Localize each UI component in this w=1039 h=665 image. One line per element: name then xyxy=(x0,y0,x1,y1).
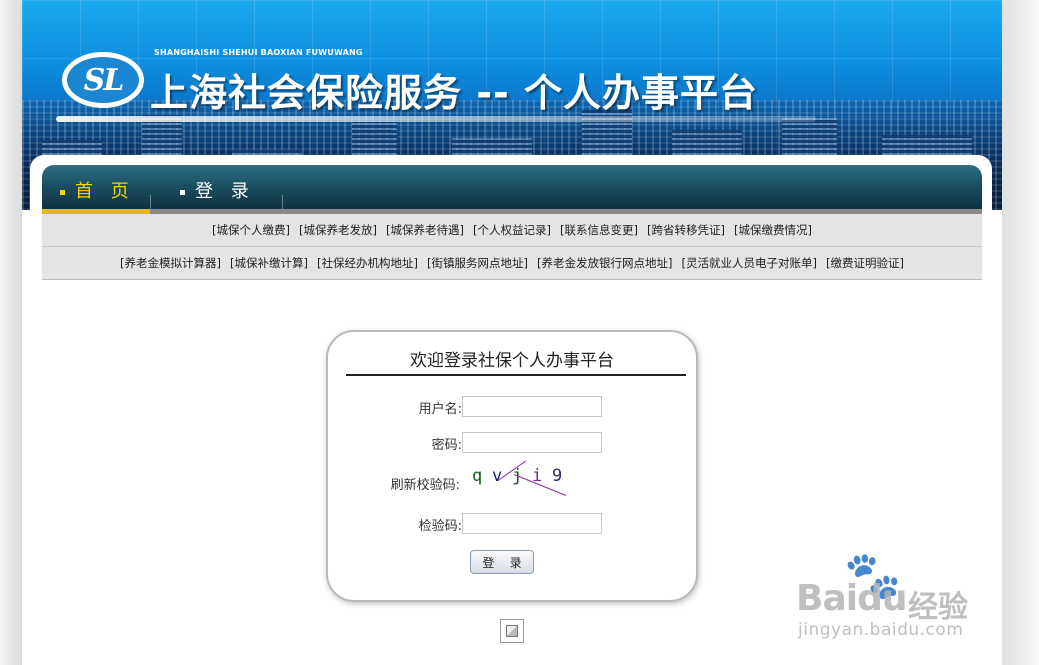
banner-decor-line xyxy=(56,116,816,122)
username-input[interactable] xyxy=(462,396,602,417)
link-flexible-statement[interactable]: [灵活就业人员电子对账单] xyxy=(681,255,816,271)
bullet-icon xyxy=(180,189,185,195)
banner-subtitle: SHANGHAISHI SHEHUI BAOXIAN FUWUWANG xyxy=(154,48,363,57)
link-service-points[interactable]: [街镇服务网点地址] xyxy=(427,255,528,271)
nav-item-home[interactable]: 首 页 xyxy=(60,177,135,203)
link-pension-distribution[interactable]: [城保养老发放] xyxy=(299,222,377,238)
baidu-jingyan-watermark: 🐾 Baidu 经验 jingyan.baidu.com xyxy=(796,552,996,652)
watermark-url: jingyan.baidu.com xyxy=(798,620,964,640)
login-title-rule xyxy=(346,374,686,376)
link-personal-payment[interactable]: [城保个人缴费] xyxy=(212,222,290,238)
password-input[interactable] xyxy=(462,432,602,453)
main-nav: 首 页 登 录 xyxy=(42,165,982,214)
page-margin-left xyxy=(0,0,22,665)
quick-links-row-2: [养老金模拟计算器] [城保补缴计算] [社保经办机构地址] [街镇服务网点地址… xyxy=(42,247,982,280)
link-transfer-certificate[interactable]: [跨省转移凭证] xyxy=(647,222,725,238)
captcha-char: v xyxy=(492,466,503,486)
captcha-image[interactable]: q v j i 9 xyxy=(468,460,576,496)
page-margin-right xyxy=(1002,0,1039,665)
quick-links-row-1: [城保个人缴费] [城保养老发放] [城保养老待遇] [个人权益记录] [联系信… xyxy=(42,214,982,247)
login-panel: 欢迎登录社保个人办事平台 用户名: 密码: 刷新校验码: q v j i 9 检… xyxy=(326,330,698,602)
link-contact-change[interactable]: [联系信息变更] xyxy=(560,222,638,238)
banner-title: 上海社会保险服务 -- 个人办事平台 xyxy=(150,71,759,115)
link-payment-status[interactable]: [城保缴费情况] xyxy=(734,222,812,238)
login-button[interactable]: 登 录 xyxy=(470,550,534,574)
sl-logo: SL xyxy=(62,52,144,108)
nav-container: 首 页 登 录 [城保个人缴费] [城保养老发放] [城保养老待遇] [个人权益… xyxy=(30,155,992,280)
password-label: 密码: xyxy=(431,438,462,453)
captcha-input[interactable] xyxy=(462,513,602,534)
link-back-payment-calc[interactable]: [城保补缴计算] xyxy=(230,255,308,271)
bullet-icon xyxy=(60,189,65,195)
link-bank-branches[interactable]: [养老金发放银行网点地址] xyxy=(537,255,672,271)
link-pension-calculator[interactable]: [养老金模拟计算器] xyxy=(120,255,221,271)
captcha-input-label: 检验码: xyxy=(418,519,462,534)
refresh-captcha-label[interactable]: 刷新校验码: xyxy=(348,474,460,493)
captcha-char: q xyxy=(472,466,483,486)
link-pension-benefits[interactable]: [城保养老待遇] xyxy=(386,222,464,238)
captcha-char: 9 xyxy=(552,466,563,486)
watermark-brand: Baidu xyxy=(796,578,907,619)
login-title: 欢迎登录社保个人办事平台 xyxy=(410,351,614,371)
link-agency-address[interactable]: [社保经办机构地址] xyxy=(317,255,418,271)
username-label: 用户名: xyxy=(418,402,462,417)
broken-image-icon xyxy=(500,619,524,643)
link-rights-records[interactable]: [个人权益记录] xyxy=(473,222,551,238)
nav-item-login[interactable]: 登 录 xyxy=(180,177,255,203)
link-payment-proof-verify[interactable]: [缴费证明验证] xyxy=(826,255,904,271)
